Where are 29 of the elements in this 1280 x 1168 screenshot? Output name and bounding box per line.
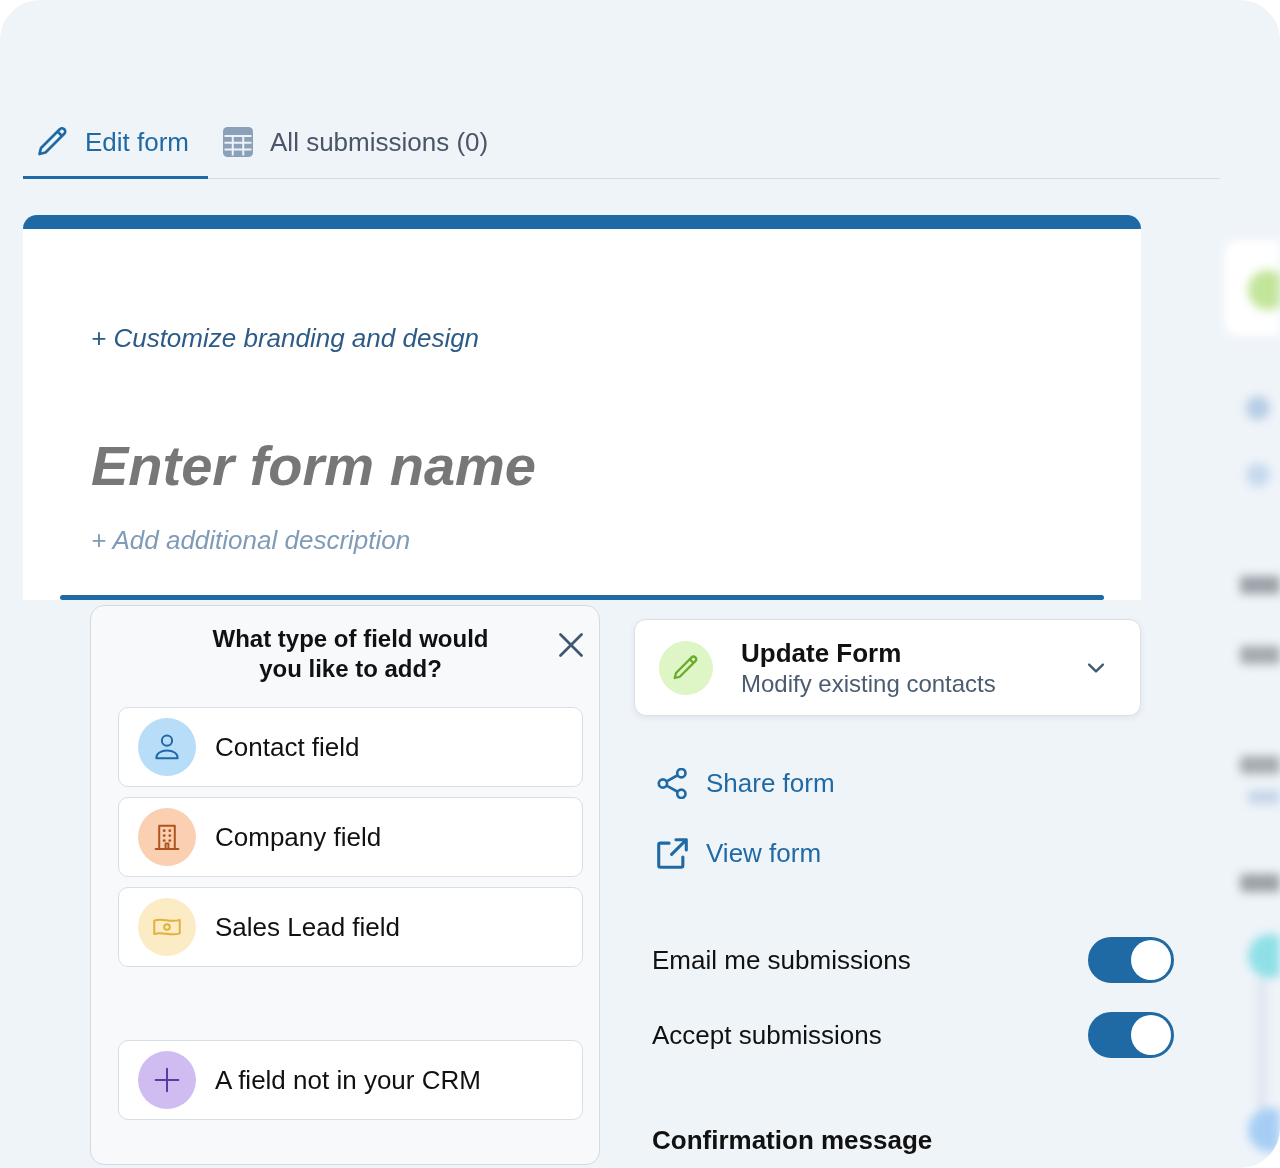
close-button[interactable] <box>559 633 583 657</box>
form-type-dropdown[interactable]: Update Form Modify existing contacts <box>634 619 1141 716</box>
field-type-option[interactable]: Company field <box>118 797 583 877</box>
field-type-option[interactable]: Contact field <box>118 707 583 787</box>
toggle-switch[interactable] <box>1088 937 1174 983</box>
pencil-icon <box>659 640 713 695</box>
person-icon <box>138 718 196 776</box>
banknote-icon <box>138 898 196 956</box>
popover-title: What type of field would you like to add? <box>211 624 490 684</box>
form-name-field[interactable]: Enter form name <box>91 428 551 504</box>
tab[interactable]: Edit form <box>23 108 209 179</box>
setting-label: Email me submissions <box>652 944 911 976</box>
external-link-icon <box>657 837 688 869</box>
customize-branding-link[interactable]: + Customize branding and design <box>91 323 480 353</box>
tab[interactable]: All submissions (0) <box>208 108 508 179</box>
building-icon <box>138 808 196 866</box>
share-icon <box>657 767 688 799</box>
pencil-icon <box>38 127 68 157</box>
table-icon <box>223 127 254 157</box>
field-type-option[interactable]: A field not in your CRM <box>118 1040 583 1120</box>
field-type-option[interactable]: Sales Lead field <box>118 887 583 967</box>
close-icon <box>559 633 583 657</box>
link[interactable]: View form <box>657 833 822 873</box>
section-heading: Confirmation message <box>652 1124 934 1156</box>
link[interactable]: Share form <box>657 763 835 803</box>
plus-icon <box>138 1051 196 1109</box>
setting-label: Accept submissions <box>652 1019 882 1051</box>
chevron-down-icon <box>1088 662 1104 673</box>
toggle-switch[interactable] <box>1088 1012 1174 1058</box>
